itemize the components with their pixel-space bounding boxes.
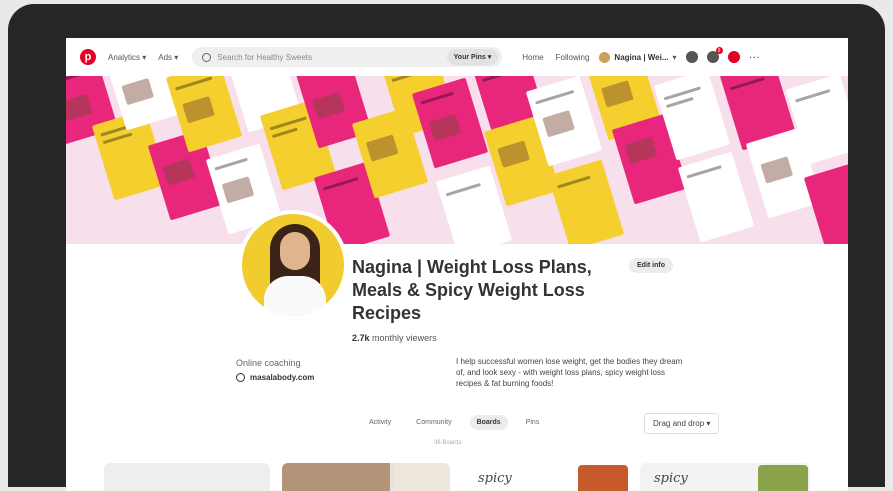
search-scope-dropdown[interactable]: Your Pins ▾	[446, 49, 499, 65]
sort-dropdown[interactable]: Drag and drop ▾	[644, 413, 720, 434]
messages-icon[interactable]	[685, 51, 698, 63]
profile-icon[interactable]	[727, 51, 740, 63]
laptop-bezel: p Analytics ▾ Ads ▾ Search for Healthy S…	[8, 4, 885, 491]
tab-pins[interactable]: Pins	[519, 415, 547, 430]
profile-category: Online coaching	[236, 358, 301, 368]
pin-thumbnail	[411, 77, 489, 169]
search-icon	[202, 52, 212, 62]
account-name: Nagina | Wei...	[614, 52, 669, 62]
search-placeholder: Search for Healthy Sweets	[217, 52, 312, 62]
chevron-down-icon: ▾	[672, 52, 677, 62]
search-input[interactable]: Search for Healthy Sweets Your Pins ▾	[192, 47, 503, 67]
profile-avatar	[238, 210, 348, 320]
cover-collage	[66, 76, 848, 244]
nav-analytics[interactable]: Analytics ▾	[108, 53, 146, 62]
nav-home[interactable]: Home	[522, 53, 543, 62]
monthly-viewers: 2.7k monthly viewers	[352, 333, 437, 343]
profile-name: Nagina | Weight Loss Plans, Meals & Spic…	[352, 257, 592, 323]
pin-thumbnail	[677, 151, 755, 243]
screen: p Analytics ▾ Ads ▾ Search for Healthy S…	[66, 38, 848, 491]
tab-activity[interactable]: Activity	[362, 415, 398, 430]
profile-bio: I help successful women lose weight, get…	[456, 357, 683, 388]
pin-thumbnail	[547, 159, 625, 244]
viewers-label: monthly viewers	[372, 333, 437, 343]
profile-tabs: Activity Community Boards Pins	[362, 415, 557, 430]
board-cover-text: spicy	[478, 471, 512, 486]
globe-icon	[236, 373, 245, 382]
tab-community[interactable]: Community	[409, 415, 458, 430]
nav-following[interactable]: Following	[556, 53, 590, 62]
boards-count: 36 Boards	[434, 440, 462, 446]
notifications-icon[interactable]: 9	[706, 47, 723, 63]
profile-website[interactable]: masalabody.com	[236, 373, 314, 382]
more-icon[interactable]: ···	[750, 53, 761, 62]
board-cover-text: spicy	[654, 471, 688, 486]
edit-info-button[interactable]: Edit info	[629, 258, 673, 273]
avatar	[599, 51, 611, 63]
pinterest-logo-icon[interactable]: p	[80, 49, 96, 65]
nav-ads[interactable]: Ads ▾	[158, 53, 178, 62]
notification-badge: 9	[715, 47, 723, 54]
account-switcher[interactable]: Nagina | Wei... ▾	[599, 51, 677, 63]
tab-boards[interactable]: Boards	[469, 415, 508, 430]
top-nav: p Analytics ▾ Ads ▾ Search for Healthy S…	[66, 38, 848, 76]
viewers-count: 2.7k	[352, 333, 370, 343]
website-link[interactable]: masalabody.com	[250, 373, 314, 382]
